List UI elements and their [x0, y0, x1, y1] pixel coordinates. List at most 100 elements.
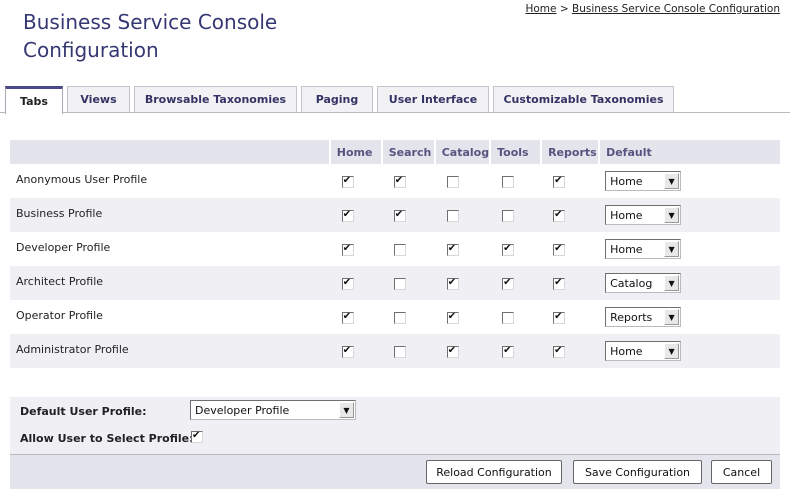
- checkbox-cell: [330, 164, 382, 198]
- tools-tab-checkbox[interactable]: [502, 345, 515, 358]
- tab-views[interactable]: Views: [67, 86, 130, 112]
- reports-tab-checkbox[interactable]: [553, 277, 566, 290]
- column-header-profile: [10, 140, 330, 164]
- checkbox-cell: [381, 198, 435, 232]
- default-tab-select[interactable]: Catalog ▼: [605, 273, 682, 293]
- tab-user-interface[interactable]: User Interface: [377, 86, 489, 112]
- tools-tab-checkbox[interactable]: [502, 175, 515, 188]
- search-tab-checkbox[interactable]: [393, 209, 406, 222]
- tab-customizable-taxonomies[interactable]: Customizable Taxonomies: [493, 86, 674, 112]
- default-tab-value: Home: [610, 208, 643, 222]
- search-tab-checkbox[interactable]: [393, 243, 406, 256]
- profile-name-cell: Anonymous User Profile: [16, 173, 148, 186]
- table-row: Anonymous User Profile Home ▼: [10, 164, 780, 198]
- default-user-profile-value: Developer Profile: [195, 403, 290, 417]
- reports-tab-checkbox[interactable]: [553, 209, 566, 222]
- home-tab-checkbox[interactable]: [341, 345, 354, 358]
- checkbox-cell: [541, 232, 599, 266]
- catalog-tab-checkbox[interactable]: [446, 243, 459, 256]
- tools-tab-checkbox[interactable]: [502, 277, 515, 290]
- tools-tab-checkbox[interactable]: [502, 243, 515, 256]
- default-tab-select[interactable]: Home ▼: [605, 205, 682, 225]
- checkbox-cell: [490, 232, 541, 266]
- checkbox-cell: [435, 300, 490, 334]
- column-header-tools: Tools: [489, 140, 542, 164]
- profile-name-cell: Operator Profile: [16, 309, 103, 322]
- home-tab-checkbox[interactable]: [341, 277, 354, 290]
- reports-tab-checkbox[interactable]: [553, 345, 566, 358]
- checkbox-cell: [541, 266, 600, 300]
- checkbox-cell: [382, 300, 435, 334]
- chevron-down-icon: ▼: [664, 241, 680, 257]
- default-tab-select[interactable]: Home ▼: [605, 239, 682, 259]
- home-tab-checkbox[interactable]: [341, 175, 354, 188]
- tools-tab-checkbox[interactable]: [502, 311, 515, 324]
- default-tab-select[interactable]: Home ▼: [605, 341, 682, 361]
- table-row: Architect Profile Catalog ▼: [10, 266, 780, 300]
- reports-tab-checkbox[interactable]: [553, 175, 566, 188]
- checkbox-cell: [381, 266, 435, 300]
- default-tab-value: Home: [610, 344, 643, 358]
- search-tab-checkbox[interactable]: [393, 175, 406, 188]
- default-tab-cell: Home ▼: [599, 198, 780, 232]
- table-row: Administrator Profile Home ▼: [10, 334, 780, 368]
- default-tab-value: Home: [610, 242, 643, 256]
- checkbox-cell: [434, 266, 491, 300]
- reload-configuration-button[interactable]: Reload Configuration: [426, 460, 562, 484]
- table-header-row: Home Search Catalog Tools Reports Defaul…: [10, 140, 780, 164]
- checkbox-cell: [490, 334, 542, 368]
- default-tab-cell: Home ▼: [599, 232, 780, 266]
- checkbox-cell: [490, 164, 541, 198]
- checkbox-cell: [490, 198, 542, 232]
- default-user-profile-select[interactable]: Developer Profile ▼: [190, 400, 356, 420]
- search-tab-checkbox[interactable]: [393, 311, 406, 324]
- home-tab-checkbox[interactable]: [341, 311, 354, 324]
- search-tab-checkbox[interactable]: [393, 277, 406, 290]
- default-tab-select[interactable]: Reports ▼: [605, 307, 682, 327]
- home-tab-checkbox[interactable]: [341, 243, 354, 256]
- home-tab-checkbox[interactable]: [341, 209, 354, 222]
- table-row: Developer Profile Home ▼: [10, 232, 780, 266]
- chevron-down-icon: ▼: [664, 207, 680, 223]
- reports-tab-checkbox[interactable]: [553, 311, 566, 324]
- checkbox-cell: [541, 198, 600, 232]
- reports-tab-checkbox[interactable]: [553, 243, 566, 256]
- tab-bar: Tabs Views Browsable Taxonomies Paging U…: [0, 86, 790, 114]
- default-tab-cell: Home ▼: [599, 334, 780, 368]
- tools-tab-checkbox[interactable]: [502, 209, 515, 222]
- breadcrumb: Home > Business Service Console Configur…: [525, 3, 780, 15]
- page-title: Business Service Console Configuration: [23, 10, 278, 62]
- checkbox-cell: [330, 300, 382, 334]
- save-configuration-button[interactable]: Save Configuration: [573, 460, 702, 484]
- column-header-reports: Reports: [540, 140, 600, 164]
- tab-browsable-taxonomies[interactable]: Browsable Taxonomies: [134, 86, 297, 112]
- cancel-button[interactable]: Cancel: [711, 460, 772, 484]
- catalog-tab-checkbox[interactable]: [446, 345, 459, 358]
- tab-tabs[interactable]: Tabs: [5, 86, 63, 114]
- default-tab-value: Reports: [610, 310, 653, 324]
- profile-name-cell: Developer Profile: [16, 241, 111, 254]
- checkbox-cell: [434, 198, 491, 232]
- checkbox-cell: [541, 164, 599, 198]
- chevron-down-icon: ▼: [664, 275, 680, 291]
- catalog-tab-checkbox[interactable]: [446, 277, 459, 290]
- breadcrumb-home-link[interactable]: Home: [525, 3, 556, 15]
- allow-select-profile-checkbox[interactable]: [191, 431, 203, 443]
- default-tab-select[interactable]: Home ▼: [605, 171, 682, 191]
- breadcrumb-current-link[interactable]: Business Service Console Configuration: [572, 3, 780, 15]
- checkbox-cell: [434, 334, 491, 368]
- default-user-profile-label: Default User Profile:: [20, 405, 147, 418]
- tab-paging[interactable]: Paging: [301, 86, 373, 112]
- checkbox-cell: [330, 232, 382, 266]
- checkbox-cell: [435, 164, 490, 198]
- checkbox-cell: [382, 164, 435, 198]
- search-tab-checkbox[interactable]: [393, 345, 406, 358]
- column-header-catalog: Catalog: [433, 140, 491, 164]
- catalog-tab-checkbox[interactable]: [446, 311, 459, 324]
- table-row: Operator Profile Reports ▼: [10, 300, 780, 334]
- catalog-tab-checkbox[interactable]: [446, 175, 459, 188]
- allow-select-profile-label: Allow User to Select Profile:: [20, 432, 194, 445]
- checkbox-cell: [435, 232, 490, 266]
- catalog-tab-checkbox[interactable]: [446, 209, 459, 222]
- checkbox-cell: [381, 334, 435, 368]
